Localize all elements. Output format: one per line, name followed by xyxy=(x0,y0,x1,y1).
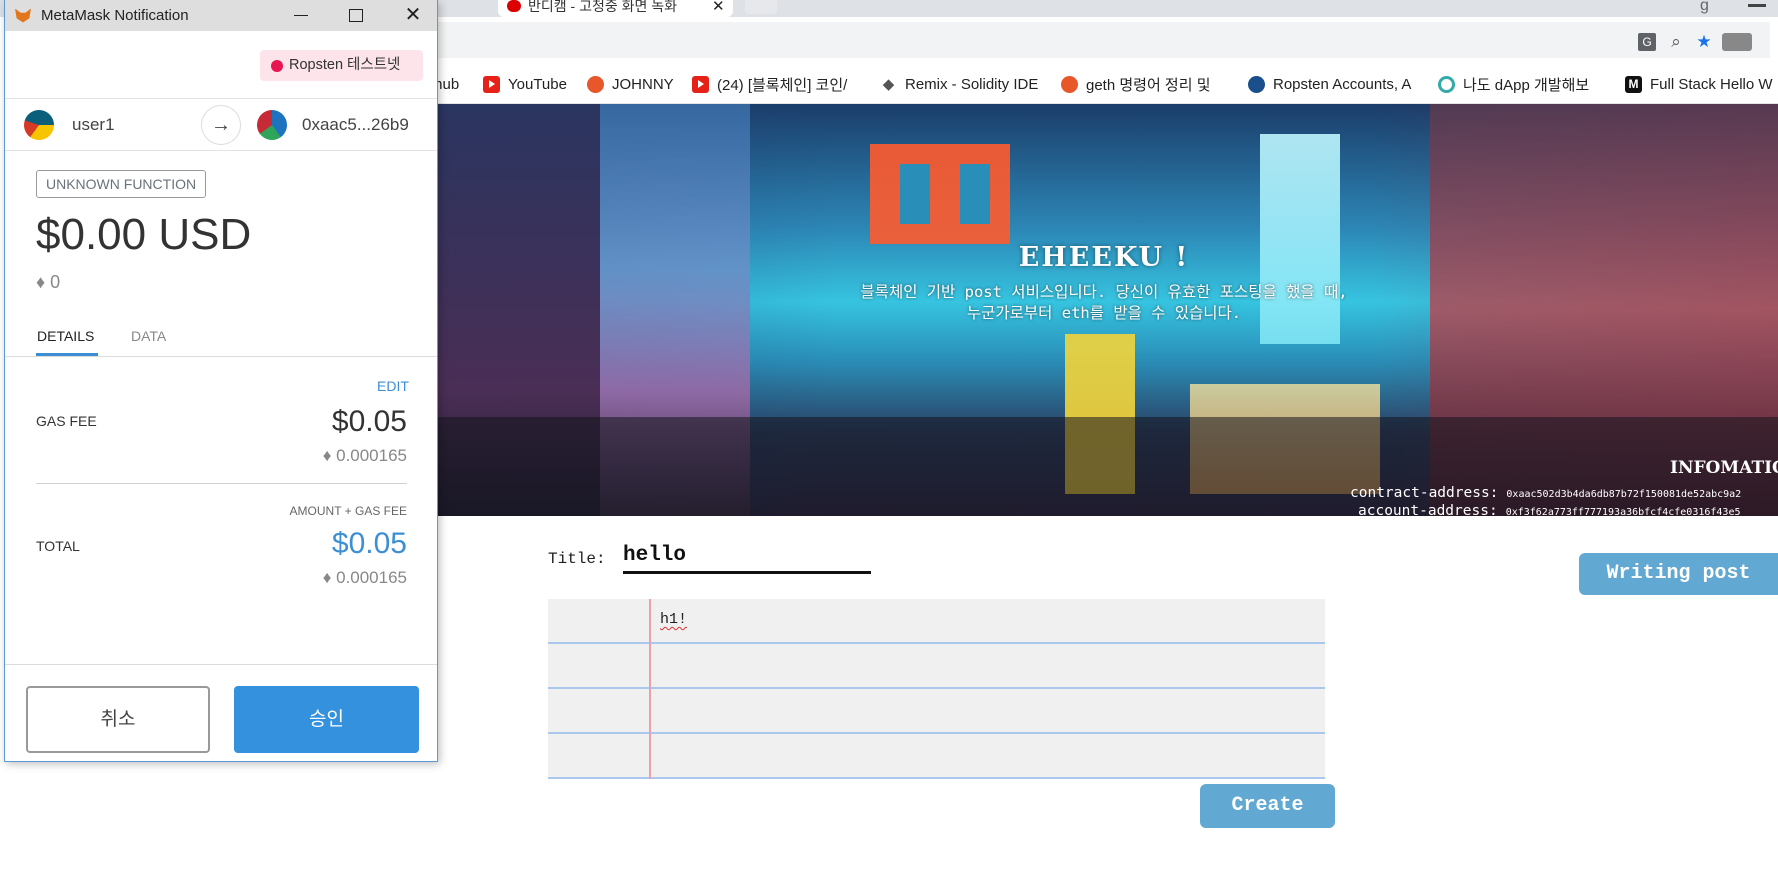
bookmark-label: Remix - Solidity IDE xyxy=(905,75,1039,93)
tab-title: 반디캠 - 고청중 화면 녹화 xyxy=(528,0,678,14)
window-close-button[interactable]: ✕ xyxy=(390,0,436,31)
total-eth: ♦ 0.000165 xyxy=(322,568,407,587)
address-bar[interactable] xyxy=(430,22,1770,58)
title-input[interactable] xyxy=(623,540,871,574)
bookmark-label: YouTube xyxy=(508,75,567,93)
bookmark-dapp[interactable]: 나도 dApp 개발해보 xyxy=(1438,72,1589,96)
browser-tab-bandicam[interactable]: 반디캠 - 고청중 화면 녹화 ✕ xyxy=(498,0,733,17)
metamask-window: MetaMask Notification ✕ Ropsten 테스트넷 use… xyxy=(4,0,438,762)
bookmark-label: Ropsten Accounts, A xyxy=(1273,75,1412,93)
title-label: Title: xyxy=(548,550,606,568)
detail-tabs: DETAILS DATA xyxy=(5,315,437,357)
subtitle-line: 누군가로부터 eth를 받을 수 있습니다. xyxy=(966,304,1242,322)
bookmark-youtube[interactable]: YouTube xyxy=(483,72,567,96)
ethereum-icon: ◆ xyxy=(882,75,895,93)
amount-plus-gas-label: AMOUNT + GAS FEE xyxy=(289,504,407,518)
gas-fee-usd: $0.05 xyxy=(331,405,407,438)
edit-gas-link[interactable]: EDIT xyxy=(377,378,409,394)
youtube-icon xyxy=(483,75,500,93)
writing-post-button[interactable]: Writing post xyxy=(1579,553,1778,595)
link-icon xyxy=(1438,75,1455,93)
bookmark-star-icon[interactable]: ★ xyxy=(1694,32,1714,52)
tab-details[interactable]: DETAILS xyxy=(37,328,94,344)
transaction-usd-amount: $0.00 USD xyxy=(36,210,252,259)
subtitle-line: 블록체인 기반 post 서비스입니다. 당신이 유효한 포스팅을 했을 때, xyxy=(860,283,1348,301)
account-address-label: account-address: xyxy=(1358,503,1498,516)
medium-icon: M xyxy=(1625,75,1642,93)
contract-address-label: contract-address: xyxy=(1350,485,1499,501)
bookmark-blockchain-video[interactable]: (24) [블록체인] 코인/ xyxy=(692,72,847,96)
window-title: MetaMask Notification xyxy=(41,7,189,24)
translate-icon[interactable]: G xyxy=(1638,33,1656,51)
gas-fee-eth: ♦ 0.000165 xyxy=(322,446,407,465)
gitlab-icon xyxy=(1061,75,1078,93)
account-address-value: 0xf3f62a773ff777193a36bfcf4cfe0316f43e5 xyxy=(1505,507,1741,516)
new-tab-button[interactable] xyxy=(745,0,777,14)
page-subtitle: 블록체인 기반 post 서비스입니다. 당신이 유효한 포스팅을 했을 때, … xyxy=(430,282,1778,324)
bookmark-label: geth 명령어 정리 및 xyxy=(1086,76,1211,94)
post-body-textarea[interactable]: h1! xyxy=(548,599,1325,779)
profile-icon[interactable]: ɡ xyxy=(1700,0,1709,14)
footer-divider xyxy=(5,664,437,665)
window-maximize-button[interactable] xyxy=(333,0,379,31)
hero-neon-sign-gap xyxy=(900,164,930,224)
gas-fee-label: GAS FEE xyxy=(36,413,97,429)
bookmark-label: 나도 dApp 개발해보 xyxy=(1463,76,1590,94)
create-button[interactable]: Create xyxy=(1200,784,1335,828)
post-body-text: h1! xyxy=(660,611,688,628)
total-label: TOTAL xyxy=(36,538,80,554)
zoom-icon[interactable]: ⌕ xyxy=(1666,32,1686,52)
etherscan-icon xyxy=(1248,75,1265,93)
divider xyxy=(36,483,407,484)
network-badge[interactable]: Ropsten 테스트넷 xyxy=(260,50,423,81)
metamask-fox-icon xyxy=(15,8,31,23)
bookmark-fullstack[interactable]: M Full Stack Hello W xyxy=(1625,72,1773,96)
network-name: Ropsten 테스트넷 xyxy=(289,57,401,73)
bookmark-label: (24) [블록체인] 코인/ xyxy=(717,76,848,94)
account-transfer-row: user1 → 0xaac5...26b9 xyxy=(5,98,437,151)
window-minimize-button[interactable] xyxy=(278,0,324,31)
gitlab-icon xyxy=(587,75,604,93)
function-badge: UNKNOWN FUNCTION xyxy=(36,170,207,198)
youtube-icon xyxy=(692,75,709,93)
paper-margin-line xyxy=(649,599,651,779)
bookmark-ropsten[interactable]: Ropsten Accounts, A xyxy=(1248,72,1411,96)
contract-address-value: 0xaac502d3b4da6db87b72f150081de52abc9a2 xyxy=(1506,489,1742,500)
bookmark-geth[interactable]: geth 명령어 정리 및 xyxy=(1061,72,1211,96)
bookmark-johnny[interactable]: JOHNNY xyxy=(587,72,674,96)
window-titlebar[interactable]: MetaMask Notification ✕ xyxy=(5,0,437,31)
tab-close-icon[interactable]: ✕ xyxy=(712,0,725,14)
to-account-avatar xyxy=(257,110,287,140)
to-account-address: 0xaac5...26b9 xyxy=(302,115,409,134)
hero-neon-sign-gap xyxy=(960,164,990,224)
active-tab-indicator xyxy=(36,353,98,356)
arrow-right-icon: → xyxy=(201,105,241,145)
account-address-row: account-address: 0xf3f62a773ff777193a36bf… xyxy=(1358,500,1741,516)
contract-address-row: contract-address: 0xaac502d3b4da6db87b72f… xyxy=(1350,482,1741,501)
approve-button[interactable]: 승인 xyxy=(234,686,419,753)
extension-icon[interactable] xyxy=(1722,33,1752,51)
bookmarks-bar: thub YouTube JOHNNY (24) [블록체인] 코인/ ◆ Re… xyxy=(430,64,1778,104)
total-usd: $0.05 xyxy=(331,527,407,560)
record-icon xyxy=(507,0,521,12)
transaction-eth-amount: ♦ 0 xyxy=(36,272,61,292)
page-title: EHEEKU ! xyxy=(1018,242,1190,273)
cancel-button[interactable]: 취소 xyxy=(26,686,210,753)
maximize-icon xyxy=(349,9,363,23)
tab-data[interactable]: DATA xyxy=(131,328,166,344)
bookmark-label: JOHNNY xyxy=(612,75,674,93)
hero-banner: EHEEKU ! 블록체인 기반 post 서비스입니다. 당신이 유효한 포스… xyxy=(430,104,1778,516)
bookmark-remix[interactable]: ◆ Remix - Solidity IDE xyxy=(880,72,1039,96)
bookmark-label: Full Stack Hello W xyxy=(1650,75,1773,93)
network-status-dot xyxy=(271,60,283,72)
from-account-avatar xyxy=(24,110,54,140)
info-heading: INFOMATIO xyxy=(1670,458,1778,478)
minimize-icon xyxy=(294,15,308,17)
address-bar-area: G ⌕ ★ xyxy=(430,20,1778,65)
from-account-name: user1 xyxy=(72,115,115,134)
minimize-icon[interactable] xyxy=(1748,4,1766,7)
